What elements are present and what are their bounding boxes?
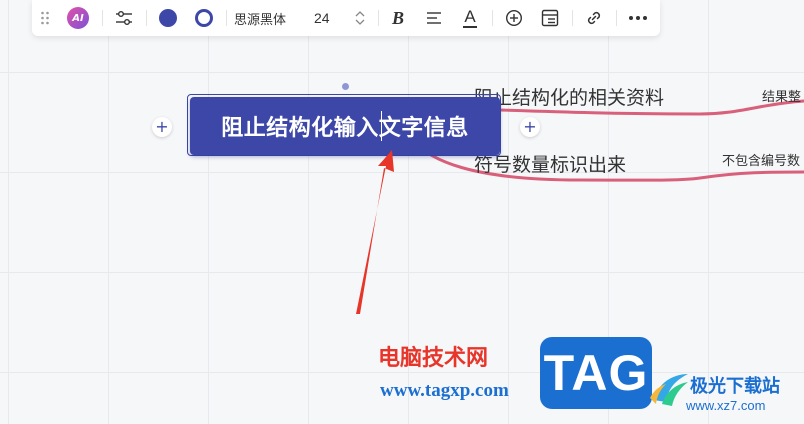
tag-logo: TAG: [540, 337, 652, 409]
watermark-site-url: www.tagxp.com: [380, 380, 509, 401]
watermark-xz-url: www.xz7.com: [686, 398, 766, 413]
tag-logo-text: TAG: [543, 345, 649, 401]
watermark-site-name: 电脑技术网: [378, 346, 489, 371]
watermark-xz-name: 极光下载站: [690, 376, 780, 397]
